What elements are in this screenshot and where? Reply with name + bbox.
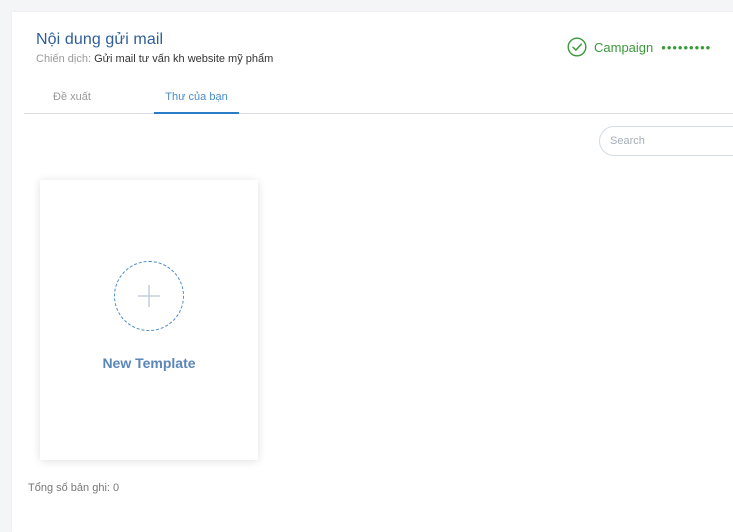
tab-propose[interactable]: Đề xuất [53,91,91,103]
campaign-name: Gửi mail tư vấn kh website mỹ phẩm [94,53,274,65]
tab-your-mail[interactable]: Thư của bạn [154,91,239,114]
campaign-subtitle: Chiến dịch: Gửi mail tư vấn kh website m… [36,53,273,65]
record-count: Tổng số bản ghi: 0 [28,482,119,494]
add-template-circle[interactable] [114,261,184,331]
step-progress-dots: ••••••••• [661,39,712,55]
new-template-label: New Template [102,355,196,371]
campaign-label: Chiến dịch: [36,53,92,65]
page-title: Nội dung gửi mail [36,31,164,48]
new-template-card[interactable]: New Template [40,180,258,460]
record-count-value: 0 [113,482,120,494]
search-input[interactable] [599,126,733,156]
tab-bar: Đề xuất Thư của bạn [24,88,733,114]
check-circle-icon [567,37,587,57]
campaign-step-indicator[interactable]: Campaign ••••••••• [567,37,711,57]
plus-icon [138,285,160,307]
record-count-label: Tổng số bản ghi: [28,482,110,494]
step-label: Campaign [594,39,654,55]
content-panel: Nội dung gửi mail Chiến dịch: Gửi mail t… [12,12,733,532]
